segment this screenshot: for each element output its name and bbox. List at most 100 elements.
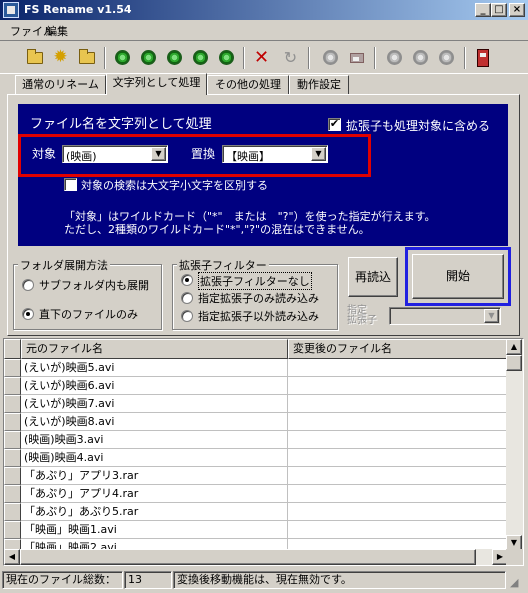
table-row[interactable]: 「あぷり」アプリ3.rar — [4, 467, 507, 485]
hscroll-thumb[interactable] — [20, 549, 476, 565]
cell-renamed-name[interactable] — [288, 485, 507, 503]
chevron-down-icon[interactable]: ▼ — [151, 147, 166, 161]
tab-other-process[interactable]: その他の処理 — [207, 75, 289, 94]
table-row[interactable]: (えいが)映画7.avi — [4, 395, 507, 413]
row-indicator[interactable] — [4, 395, 21, 413]
row-indicator-header — [4, 339, 21, 359]
include-ext-checkbox[interactable]: ✔ — [328, 118, 341, 131]
close-button[interactable]: × — [509, 3, 525, 17]
radio-direct-only-label: 直下のファイルのみ — [39, 308, 138, 321]
run-green-icon — [141, 50, 156, 65]
table-row[interactable]: (映画)映画4.avi — [4, 449, 507, 467]
scroll-thumb[interactable] — [506, 355, 522, 371]
cell-original-name[interactable]: 「映画」映画1.avi — [21, 521, 288, 539]
table-row[interactable]: (えいが)映画5.avi — [4, 359, 507, 377]
table-row[interactable]: (えいが)映画8.avi — [4, 413, 507, 431]
row-indicator[interactable] — [4, 413, 21, 431]
cell-renamed-name[interactable] — [288, 521, 507, 539]
cell-original-name[interactable]: 「あぷり」アプリ4.rar — [21, 485, 288, 503]
table-row[interactable]: 「あぷり」アプリ4.rar — [4, 485, 507, 503]
disabled-button-5[interactable] — [434, 45, 459, 70]
resize-grip-icon[interactable]: ◢ — [510, 576, 518, 589]
row-indicator[interactable] — [4, 467, 21, 485]
col-renamed-header[interactable]: 変更後のファイル名 — [288, 339, 507, 359]
table-row[interactable]: 「映画」映画1.avi — [4, 521, 507, 539]
scroll-up-icon[interactable]: ▲ — [506, 339, 522, 355]
chevron-down-icon[interactable]: ▼ — [311, 147, 326, 161]
start-button[interactable]: 開始 — [412, 254, 504, 299]
cancel-button[interactable]: ✕ — [249, 45, 274, 70]
table-row[interactable]: 「あぷり」あぷり5.rar — [4, 503, 507, 521]
cell-original-name[interactable]: 「あぷり」あぷり5.rar — [21, 503, 288, 521]
cell-renamed-name[interactable] — [288, 449, 507, 467]
radio-direct-only[interactable] — [22, 308, 34, 320]
replace-combo[interactable]: 【映画】 ▼ — [222, 145, 328, 163]
new-button[interactable]: ✹ — [48, 45, 73, 70]
action-button-5[interactable] — [214, 45, 239, 70]
maximize-button[interactable]: □ — [491, 3, 507, 17]
disabled-button-1[interactable] — [318, 45, 343, 70]
open-folder-button[interactable] — [22, 45, 47, 70]
radio-exclude[interactable] — [181, 310, 193, 322]
cell-renamed-name[interactable] — [288, 359, 507, 377]
cell-original-name[interactable]: 「あぷり」アプリ3.rar — [21, 467, 288, 485]
row-indicator[interactable] — [4, 359, 21, 377]
table-row[interactable]: (映画)映画3.avi — [4, 431, 507, 449]
menu-edit[interactable]: 編集 — [46, 23, 68, 39]
open-files-button[interactable] — [74, 45, 99, 70]
replace-value: 【映画】 — [226, 150, 270, 163]
status-total-value: 13 — [124, 571, 172, 589]
cell-original-name[interactable]: (えいが)映画5.avi — [21, 359, 288, 377]
cell-original-name[interactable]: (えいが)映画8.avi — [21, 413, 288, 431]
target-combo[interactable]: (映画) ▼ — [62, 145, 168, 163]
exit-button[interactable] — [470, 45, 495, 70]
replace-label: 置換 — [191, 147, 216, 161]
toolbar-separator — [464, 47, 466, 69]
row-indicator[interactable] — [4, 377, 21, 395]
cell-renamed-name[interactable] — [288, 413, 507, 431]
app-icon — [3, 2, 19, 18]
action-button-4[interactable] — [188, 45, 213, 70]
cell-original-name[interactable]: (映画)映画4.avi — [21, 449, 288, 467]
action-button-2[interactable] — [136, 45, 161, 70]
table-row[interactable]: (えいが)映画6.avi — [4, 377, 507, 395]
row-indicator[interactable] — [4, 503, 21, 521]
col-original-header[interactable]: 元のファイル名 — [21, 339, 288, 359]
disabled-button-2[interactable] — [344, 45, 369, 70]
radio-no-filter[interactable] — [181, 274, 193, 286]
undo-button[interactable]: ↻ — [278, 45, 303, 70]
row-indicator[interactable] — [4, 521, 21, 539]
cell-renamed-name[interactable] — [288, 503, 507, 521]
disabled-button-4[interactable] — [408, 45, 433, 70]
case-sensitive-checkbox[interactable] — [64, 178, 77, 191]
minimize-button[interactable]: _ — [475, 3, 491, 17]
radio-include-only[interactable] — [181, 292, 193, 304]
action-button-3[interactable] — [162, 45, 187, 70]
reload-button[interactable]: 再読込 — [348, 257, 398, 297]
title-bar: FS Rename v1.54 _ □ × — [0, 0, 528, 20]
cell-renamed-name[interactable] — [288, 395, 507, 413]
row-indicator[interactable] — [4, 431, 21, 449]
toolbar-separator — [308, 47, 310, 69]
ext-select-combo[interactable]: ▼ — [389, 307, 501, 325]
scroll-left-icon[interactable]: ◀ — [4, 549, 20, 565]
horizontal-scrollbar[interactable]: ◀ ▶ — [4, 549, 508, 565]
cell-renamed-name[interactable] — [288, 431, 507, 449]
cell-renamed-name[interactable] — [288, 467, 507, 485]
radio-subfolder[interactable] — [22, 279, 34, 291]
cell-original-name[interactable]: (えいが)映画6.avi — [21, 377, 288, 395]
chevron-down-icon[interactable]: ▼ — [484, 309, 499, 323]
action-button-1[interactable] — [110, 45, 135, 70]
tab-string-process[interactable]: 文字列として処理 — [106, 73, 207, 95]
cell-renamed-name[interactable] — [288, 377, 507, 395]
tab-settings[interactable]: 動作設定 — [289, 75, 349, 94]
row-indicator[interactable] — [4, 449, 21, 467]
row-indicator[interactable] — [4, 485, 21, 503]
disabled-button-3[interactable] — [382, 45, 407, 70]
panel-heading: ファイル名を文字列として処理 — [30, 117, 212, 132]
tab-normal-rename[interactable]: 通常のリネーム — [15, 75, 106, 94]
file-table[interactable]: 元のファイル名 変更後のファイル名 (えいが)映画5.avi (えいが)映画6.a… — [3, 338, 524, 566]
cell-original-name[interactable]: (映画)映画3.avi — [21, 431, 288, 449]
cell-original-name[interactable]: (えいが)映画7.avi — [21, 395, 288, 413]
vertical-scrollbar[interactable]: ▲ ▼ — [506, 339, 523, 551]
